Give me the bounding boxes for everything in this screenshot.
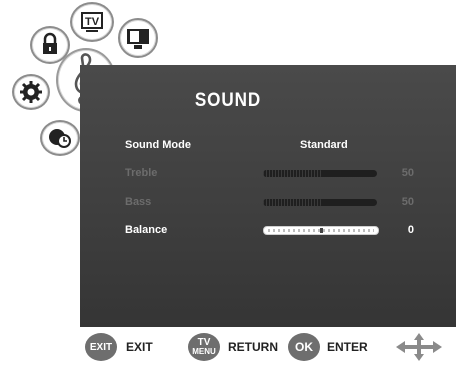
balance-label: Balance [125, 224, 168, 236]
balance-value: 0 [407, 224, 414, 236]
exit-key-text: EXIT [89, 341, 113, 353]
treble-value: 50 [401, 167, 414, 179]
exit-key-icon[interactable]: EXIT [85, 333, 117, 361]
balance-slider[interactable] [263, 226, 379, 235]
tv-icon[interactable]: TV [70, 2, 114, 42]
menu-key-text-top: TV [197, 337, 211, 348]
treble-label: Treble [125, 167, 158, 179]
tv-icon-text: TV [85, 16, 100, 28]
treble-slider[interactable] [263, 170, 377, 177]
balance-slider-knob[interactable] [320, 228, 323, 233]
sound-mode-label: Sound Mode [125, 139, 191, 151]
ok-key-icon[interactable]: OK [288, 333, 320, 361]
setting-row-balance[interactable]: Balance 0 [0, 224, 456, 240]
setting-row-bass[interactable]: Bass 50 [0, 196, 456, 212]
ok-key-text: OK [295, 339, 313, 354]
page-title: SOUND [194, 90, 262, 111]
enter-label: ENTER [327, 340, 368, 354]
menu-key-icon[interactable]: TV MENU [188, 333, 220, 361]
setting-row-sound-mode[interactable]: Sound Mode Standard [0, 139, 456, 155]
bass-value: 50 [401, 196, 414, 208]
menu-key-text-bottom: MENU [192, 347, 216, 356]
exit-label: EXIT [126, 340, 153, 354]
bass-label: Bass [125, 196, 152, 208]
monitor-icon[interactable] [118, 18, 158, 58]
four-way-arrow-icon [396, 333, 442, 361]
return-label: RETURN [228, 340, 278, 354]
setting-row-treble[interactable]: Treble 50 [0, 167, 456, 183]
bass-slider[interactable] [263, 199, 377, 206]
sound-mode-value: Standard [300, 139, 348, 151]
